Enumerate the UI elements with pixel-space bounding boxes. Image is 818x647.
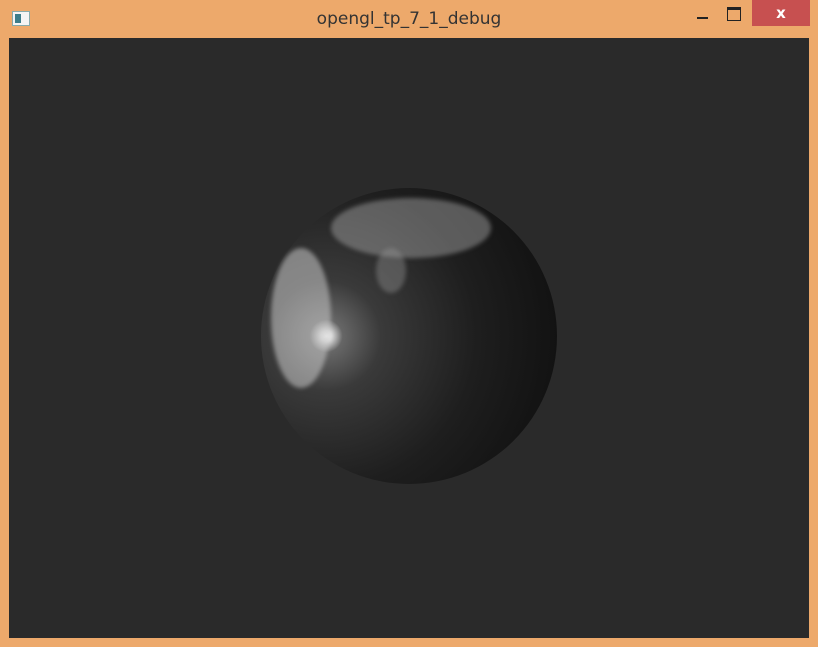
opengl-viewport[interactable] xyxy=(9,38,809,638)
minimize-button[interactable] xyxy=(690,0,716,26)
asia-landmass xyxy=(331,198,491,258)
africa-landmass xyxy=(271,248,331,388)
close-button[interactable]: x xyxy=(752,0,810,26)
title-bar: opengl_tp_7_1_debug x xyxy=(0,0,818,38)
india-landmass xyxy=(376,248,406,293)
earth-globe xyxy=(261,188,557,484)
maximize-button[interactable] xyxy=(722,0,748,26)
